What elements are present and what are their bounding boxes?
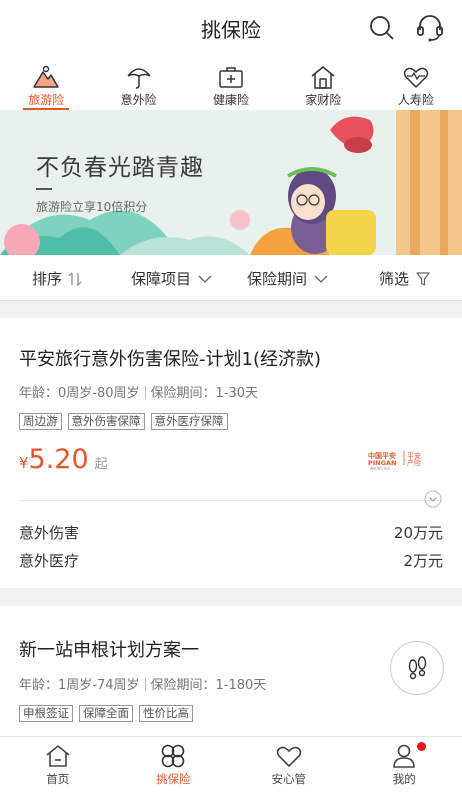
- svg-text:保险·银行·投资: 保险·银行·投资: [370, 466, 390, 471]
- tab-label: 旅游险: [28, 93, 65, 107]
- divider: [19, 500, 443, 501]
- tab-pick-insurance[interactable]: 挑保险: [116, 737, 232, 792]
- product-tag: 周边游: [19, 413, 62, 430]
- tab-label: 家财险: [305, 93, 342, 107]
- house-icon: [311, 66, 335, 89]
- home-icon: [46, 744, 70, 767]
- product-tags: 周边游 意外伤害保障 意外医疗保障: [19, 413, 228, 430]
- tab-label: 我的: [392, 772, 416, 786]
- tab-label: 意外险: [120, 93, 157, 107]
- product-age: 年龄：1周岁-74周岁: [19, 678, 140, 693]
- footprint-icon: [408, 656, 427, 680]
- heartbeat-icon: [403, 67, 429, 89]
- product-card[interactable]: 平安旅行意外伤害保险-计划1(经济款) 年龄：0周岁-80周岁 保险期间：1-30…: [0, 318, 462, 588]
- coverage-name: 意外医疗: [19, 552, 80, 570]
- banner-title: 不负春光踏青趣: [36, 155, 204, 181]
- filter-label: 筛选: [379, 270, 410, 288]
- banner-illustration: [0, 110, 462, 255]
- tab-manage[interactable]: 安心管: [231, 737, 347, 792]
- product-tag: 意外伤害保障: [67, 413, 145, 430]
- tab-label: 人寿险: [397, 93, 434, 107]
- product-title: 平安旅行意外伤害保险-计划1(经济款): [19, 349, 321, 370]
- chevron-down-icon: [314, 275, 328, 283]
- tab-life-insurance[interactable]: 人寿险: [370, 56, 462, 110]
- product-meta: 年龄：0周岁-80周岁 保险期间：1-30天: [19, 382, 258, 401]
- product-tag: 保障全面: [79, 705, 133, 722]
- pingan-logo: 中国平安 PINGAN 平安 产险 保险·银行·投资: [368, 451, 421, 471]
- bottom-tab-bar: 首页 挑保险 安心管 我的: [0, 736, 462, 792]
- footprint-button[interactable]: [390, 641, 444, 695]
- sort-label: 排序: [32, 270, 63, 288]
- sort-button[interactable]: 排序: [32, 268, 82, 289]
- tab-label: 首页: [46, 772, 70, 786]
- svg-text:产险: 产险: [407, 458, 421, 467]
- mountain-icon: [33, 65, 59, 88]
- sort-icon: [68, 272, 82, 286]
- banner-subtitle: 旅游险立享10倍积分: [36, 200, 148, 214]
- product-tags: 申根签证 保障全面 性价比高: [19, 705, 193, 722]
- coverage-amount: 2万元: [403, 552, 443, 570]
- product-price: ¥5.20 起: [19, 444, 108, 475]
- filter-bar: 排序 保障项目 保险期间 筛选: [0, 255, 462, 301]
- funnel-icon: [416, 271, 430, 286]
- category-tabs: 旅游险 意外险 健康险 家财险 人寿险: [0, 56, 462, 110]
- product-card[interactable]: 新一站申根计划方案一 年龄：1周岁-74周岁 保险期间：1-180天 申根签证 保…: [0, 606, 462, 736]
- search-icon[interactable]: [366, 12, 398, 44]
- tab-accident-insurance[interactable]: 意外险: [92, 56, 184, 110]
- coverage-row: 意外医疗 2万元: [19, 550, 443, 571]
- banner-divider: [36, 188, 52, 190]
- coverage-name: 意外伤害: [19, 524, 80, 542]
- product-period: 保险期间：1-30天: [150, 386, 259, 401]
- price-amount: 5.20: [28, 444, 89, 475]
- medical-kit-icon: [219, 67, 243, 88]
- tab-property-insurance[interactable]: 家财险: [277, 56, 369, 110]
- coverage-row: 意外伤害 20万元: [19, 522, 443, 543]
- product-meta: 年龄：1周岁-74周岁 保险期间：1-180天: [19, 674, 266, 693]
- chevron-down-icon: [198, 275, 212, 283]
- tab-health-insurance[interactable]: 健康险: [185, 56, 277, 110]
- product-tag: 申根签证: [19, 705, 73, 722]
- product-age: 年龄：0周岁-80周岁: [19, 386, 140, 401]
- product-tag: 性价比高: [139, 705, 193, 722]
- chevron-down-circle-icon[interactable]: [424, 490, 442, 508]
- user-icon: [393, 744, 416, 768]
- price-currency: ¥: [19, 454, 29, 472]
- product-period: 保险期间：1-180天: [150, 678, 267, 693]
- tab-travel-insurance[interactable]: 旅游险: [0, 56, 92, 110]
- product-tag: 意外医疗保障: [150, 413, 228, 430]
- tab-label: 健康险: [213, 93, 250, 107]
- tab-mine[interactable]: 我的: [347, 737, 462, 792]
- customer-service-icon[interactable]: [414, 12, 446, 44]
- notification-dot: [416, 742, 426, 751]
- coverage-label: 保障项目: [131, 270, 192, 288]
- tab-home[interactable]: 首页: [0, 737, 116, 792]
- header: 挑保险: [0, 0, 462, 56]
- clover-icon: [161, 744, 185, 768]
- product-title: 新一站申根计划方案一: [19, 640, 199, 661]
- heart-icon: [276, 746, 302, 768]
- tab-label: 安心管: [271, 772, 307, 786]
- promo-banner[interactable]: 不负春光踏青趣 旅游险立享10倍积分: [0, 110, 462, 255]
- coverage-dropdown[interactable]: 保障项目: [131, 268, 213, 289]
- period-dropdown[interactable]: 保险期间: [247, 268, 329, 289]
- filter-button[interactable]: 筛选: [379, 268, 431, 289]
- umbrella-icon: [127, 68, 151, 89]
- coverage-amount: 20万元: [393, 524, 443, 542]
- price-suffix: 起: [94, 457, 108, 472]
- period-label: 保险期间: [247, 270, 308, 288]
- tab-label: 挑保险: [156, 772, 191, 786]
